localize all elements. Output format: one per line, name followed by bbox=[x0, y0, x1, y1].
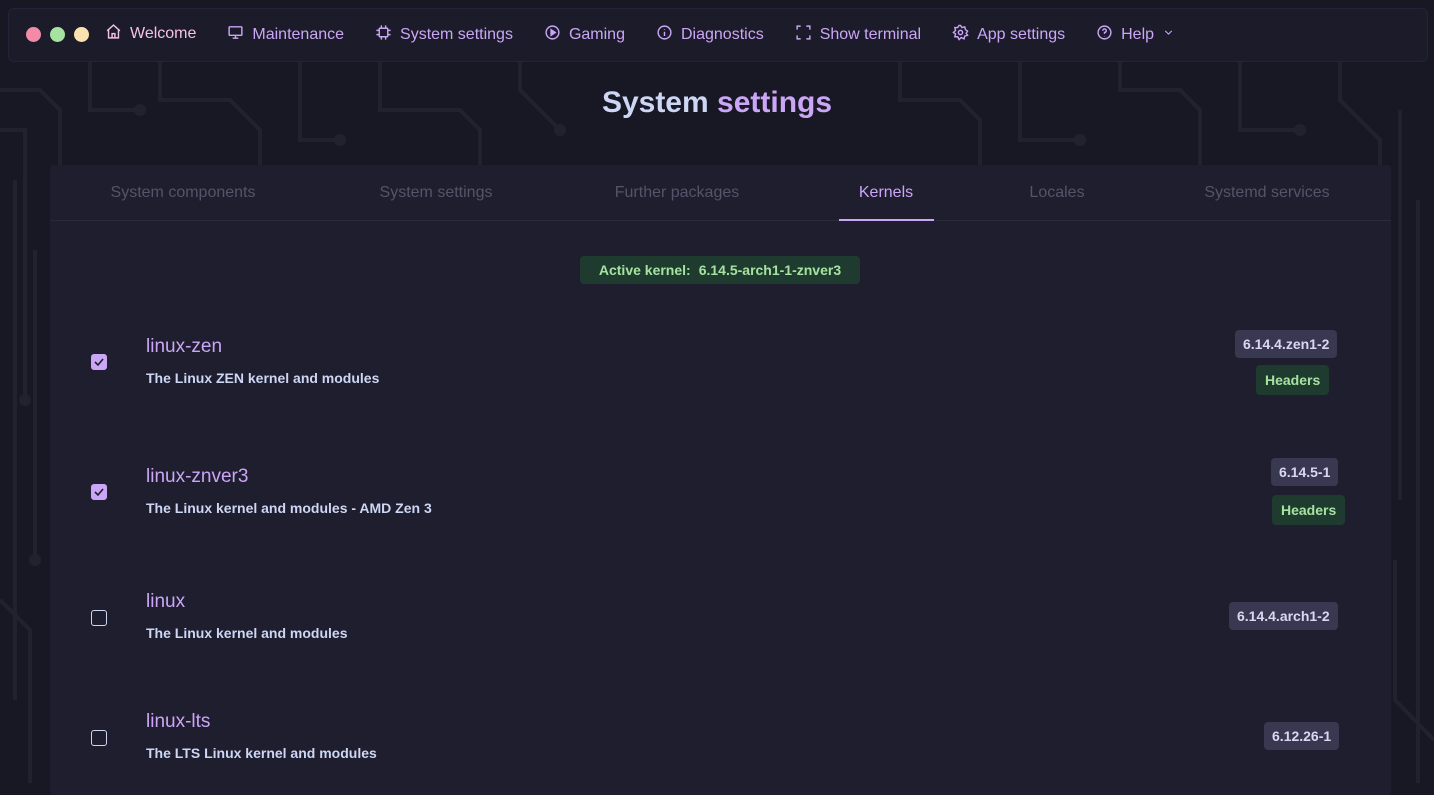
home-icon bbox=[105, 23, 122, 45]
tab-further-packages[interactable]: Further packages bbox=[615, 184, 740, 202]
kernel-version-badge: 6.14.4.zen1-2 bbox=[1235, 330, 1338, 358]
maximize-window-button[interactable] bbox=[74, 26, 89, 42]
page-title: System settings bbox=[0, 86, 1434, 120]
kernel-name: linux bbox=[146, 591, 186, 612]
nav-help-label: Help bbox=[1121, 26, 1155, 43]
active-kernel-value: 6.14.5-arch1-1-znver3 bbox=[698, 262, 842, 278]
check-icon bbox=[94, 358, 104, 367]
active-tab-indicator bbox=[839, 219, 934, 221]
kernel-checkbox[interactable] bbox=[91, 610, 107, 626]
tab-system-settings[interactable]: System settings bbox=[380, 184, 493, 202]
kernel-checkbox[interactable] bbox=[91, 354, 107, 370]
chevron-down-icon bbox=[1162, 26, 1175, 44]
nav-diagnostics[interactable]: Diagnostics bbox=[656, 24, 764, 46]
nav-gaming-label: Gaming bbox=[568, 26, 625, 43]
nav-gaming[interactable]: Gaming bbox=[544, 24, 625, 46]
kernel-description: The Linux ZEN kernel and modules bbox=[146, 370, 380, 386]
window-controls bbox=[26, 26, 89, 42]
tab-bar: System components System settings Furthe… bbox=[50, 165, 1391, 221]
tab-systemd-services[interactable]: Systemd services bbox=[1204, 184, 1329, 202]
kernel-name: linux-znver3 bbox=[146, 466, 249, 487]
active-kernel-badge: Active kernel: 6.14.5-arch1-1-znver3 bbox=[580, 256, 860, 284]
cpu-icon bbox=[375, 24, 392, 46]
fullscreen-icon bbox=[795, 24, 812, 46]
headers-badge[interactable]: Headers bbox=[1256, 365, 1330, 395]
play-circle-icon bbox=[544, 24, 561, 46]
page-title-part2: settings bbox=[717, 86, 833, 119]
tab-kernels[interactable]: Kernels bbox=[859, 184, 913, 202]
nav-show-terminal-label: Show terminal bbox=[819, 26, 922, 43]
gear-icon bbox=[952, 24, 969, 46]
nav-system-settings[interactable]: System settings bbox=[375, 24, 513, 46]
active-kernel-label: Active kernel: bbox=[598, 262, 691, 278]
nav-welcome-label: Welcome bbox=[130, 24, 197, 42]
kernel-version-badge: 6.14.4.arch1-2 bbox=[1229, 602, 1338, 630]
settings-panel: System components System settings Furthe… bbox=[50, 165, 1391, 795]
nav-show-terminal[interactable]: Show terminal bbox=[795, 24, 921, 46]
help-circle-icon bbox=[1096, 24, 1113, 46]
nav-app-settings[interactable]: App settings bbox=[952, 24, 1065, 46]
main-nav: Welcome Maintenance System settings Gami… bbox=[105, 23, 1206, 46]
info-circle-icon bbox=[656, 24, 673, 46]
nav-maintenance[interactable]: Maintenance bbox=[227, 24, 344, 46]
close-window-button[interactable] bbox=[26, 26, 41, 42]
kernel-description: The Linux kernel and modules bbox=[146, 625, 348, 641]
kernel-name: linux-zen bbox=[146, 336, 223, 357]
minimize-window-button[interactable] bbox=[50, 26, 65, 42]
kernel-description: The Linux kernel and modules - AMD Zen 3 bbox=[146, 500, 432, 516]
headers-badge[interactable]: Headers bbox=[1272, 495, 1346, 525]
nav-help[interactable]: Help bbox=[1096, 24, 1175, 46]
kernel-version-badge: 6.14.5-1 bbox=[1271, 458, 1339, 486]
kernel-checkbox[interactable] bbox=[91, 730, 107, 746]
kernel-name: linux-lts bbox=[146, 711, 211, 732]
monitor-icon bbox=[227, 24, 244, 46]
top-navigation-bar: Welcome Maintenance System settings Gami… bbox=[8, 8, 1428, 62]
kernel-description: The LTS Linux kernel and modules bbox=[146, 745, 377, 761]
nav-welcome[interactable]: Welcome bbox=[105, 23, 196, 45]
nav-app-settings-label: App settings bbox=[977, 26, 1066, 43]
nav-diagnostics-label: Diagnostics bbox=[680, 26, 764, 43]
tab-system-components[interactable]: System components bbox=[111, 184, 256, 202]
nav-maintenance-label: Maintenance bbox=[252, 26, 345, 43]
kernel-version-badge: 6.12.26-1 bbox=[1264, 722, 1340, 750]
kernel-checkbox[interactable] bbox=[91, 484, 107, 500]
page-title-part1: System bbox=[601, 86, 709, 119]
tab-locales[interactable]: Locales bbox=[1029, 184, 1084, 202]
nav-system-settings-label: System settings bbox=[400, 26, 513, 43]
check-icon bbox=[94, 488, 104, 497]
